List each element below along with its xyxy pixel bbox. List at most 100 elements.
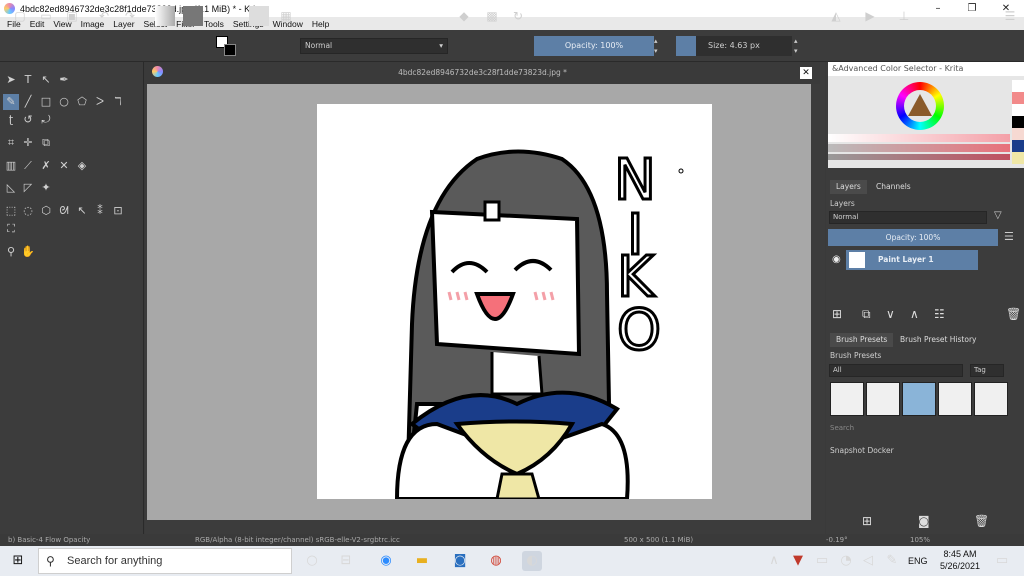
show-hidden-icons-chevron[interactable]: ∧ bbox=[764, 551, 784, 571]
recent-color-7[interactable] bbox=[1012, 152, 1024, 164]
mirror-vertical-icon[interactable]: ▶ bbox=[860, 6, 880, 26]
color-bar-3[interactable] bbox=[828, 154, 1010, 160]
visibility-eye-icon[interactable]: ◉ bbox=[832, 254, 841, 265]
layer-blend-dropdown[interactable]: Normal bbox=[829, 211, 987, 224]
notification-icon[interactable]: ▭ bbox=[992, 551, 1012, 571]
pin-tool-icon[interactable]: ✦ bbox=[38, 180, 54, 196]
restore-button[interactable]: ❐ bbox=[955, 0, 989, 17]
widgets-icon[interactable]: ⊟ bbox=[336, 551, 356, 571]
eraser-icon[interactable]: ◆ bbox=[454, 6, 474, 26]
polygon-select-icon[interactable]: ⬡ bbox=[38, 203, 54, 219]
wifi-icon[interactable]: ◔ bbox=[836, 551, 856, 571]
menu-help[interactable]: Help bbox=[312, 19, 329, 29]
dynamic-brush-icon[interactable]: ↺ bbox=[20, 112, 36, 128]
reload-icon[interactable]: ↻ bbox=[508, 6, 528, 26]
chrome-icon[interactable]: ◍ bbox=[486, 551, 506, 571]
contiguous-select-icon[interactable]: ↖ bbox=[74, 203, 90, 219]
calligraphy-icon[interactable]: ✒ bbox=[56, 72, 72, 88]
measure-tool-icon[interactable]: ◺ bbox=[3, 180, 19, 196]
rectangle-tool-icon[interactable]: □ bbox=[38, 94, 54, 110]
task-view-icon[interactable]: ○ bbox=[302, 551, 322, 571]
freehand-path-icon[interactable]: ʈ bbox=[3, 112, 19, 128]
move-tool-icon[interactable]: ✛ bbox=[20, 135, 36, 151]
document-tab[interactable]: 4bdc82ed8946732de3c28f1dde73823d.jpg * bbox=[145, 62, 820, 84]
similar-select-icon[interactable]: ⁑ bbox=[92, 203, 108, 219]
recent-color-2[interactable] bbox=[1012, 92, 1024, 104]
minimize-button[interactable]: – bbox=[921, 0, 955, 17]
recent-color-6[interactable] bbox=[1012, 140, 1024, 152]
fill-tool-icon[interactable]: ◈ bbox=[74, 158, 90, 174]
windows-start-icon[interactable]: ⊞ bbox=[8, 551, 28, 571]
delete-snapshot-icon[interactable]: 🗑 bbox=[974, 514, 989, 528]
line-tool-icon[interactable]: ╱ bbox=[20, 94, 36, 110]
gradient-tool-icon[interactable]: ▥ bbox=[3, 158, 19, 174]
brush-preset-icon[interactable] bbox=[249, 6, 269, 26]
battery-icon[interactable]: ▭ bbox=[812, 551, 832, 571]
freehand-brush-icon[interactable]: ✎ bbox=[3, 94, 19, 110]
ellipse-tool-icon[interactable]: ○ bbox=[56, 94, 72, 110]
magnetic-select-icon[interactable]: ⛶ bbox=[3, 221, 19, 237]
smart-patch-icon[interactable]: ✗ bbox=[38, 158, 54, 174]
sv-triangle[interactable] bbox=[908, 94, 932, 116]
recent-color-1[interactable] bbox=[1012, 80, 1024, 92]
taskbar-clock[interactable]: 8:45 AM 5/26/2021 bbox=[934, 548, 986, 572]
docker-menu-icon[interactable]: ☰ bbox=[1000, 6, 1020, 26]
opacity-stepper[interactable]: ▴ ▾ bbox=[654, 36, 662, 56]
color-picker-icon[interactable]: ⟋ bbox=[20, 158, 36, 174]
assistant-tool-icon[interactable]: ✕ bbox=[56, 158, 72, 174]
color-bar-1[interactable] bbox=[828, 134, 1010, 142]
move-layer-down-icon[interactable]: ∨ bbox=[886, 307, 895, 321]
recent-color-3[interactable] bbox=[1012, 104, 1024, 116]
blend-mode-dropdown[interactable]: Normal ▾ bbox=[300, 38, 448, 54]
zoom-app-icon[interactable]: ◉ bbox=[376, 551, 396, 571]
select-shapes-icon[interactable]: ➤ bbox=[3, 72, 19, 88]
taskbar-search-input[interactable]: Search for anything bbox=[38, 548, 292, 574]
snapshot-camera-icon[interactable]: ◙ bbox=[918, 514, 930, 528]
brush-search-input[interactable]: Search bbox=[830, 424, 1020, 436]
brush-preset-2[interactable] bbox=[866, 382, 900, 416]
polygon-tool-icon[interactable]: ⬠ bbox=[74, 94, 90, 110]
pattern-swatch[interactable] bbox=[183, 6, 203, 26]
multibrush-icon[interactable]: ⤾ bbox=[38, 112, 54, 128]
open-folder-icon[interactable]: ▭ bbox=[36, 6, 56, 26]
tab-brush-presets[interactable]: Brush Presets bbox=[830, 333, 894, 347]
brush-preset-4[interactable] bbox=[938, 382, 972, 416]
move-layer-up-icon[interactable]: ∧ bbox=[910, 307, 919, 321]
size-slider[interactable]: Size: 4.63 px bbox=[676, 36, 792, 56]
layer-settings-icon[interactable]: ☷ bbox=[934, 307, 945, 321]
delete-layer-icon[interactable]: 🗑 bbox=[1006, 307, 1021, 321]
menu-tools[interactable]: Tools bbox=[204, 19, 224, 29]
text-tool-icon[interactable]: T bbox=[20, 72, 36, 88]
filter-icon[interactable]: ▽ bbox=[994, 210, 1002, 221]
pen-icon[interactable]: ✎ bbox=[882, 551, 902, 571]
freehand-select-icon[interactable]: ᘛ bbox=[56, 203, 72, 219]
advanced-color-selector[interactable] bbox=[828, 76, 1024, 168]
tab-layers[interactable]: Layers bbox=[830, 180, 867, 194]
transform-tool-icon[interactable]: ⧉ bbox=[38, 135, 54, 151]
close-document-icon[interactable]: ✕ bbox=[800, 67, 812, 79]
brush-preset-3[interactable] bbox=[902, 382, 936, 416]
gradient-swatch[interactable] bbox=[155, 6, 175, 26]
camera-app-icon[interactable]: ◙ bbox=[450, 551, 470, 571]
bezier-tool-icon[interactable]: ℸ bbox=[110, 94, 126, 110]
undo-icon[interactable]: ↶ bbox=[94, 6, 114, 26]
redo-icon[interactable]: ↷ bbox=[120, 6, 140, 26]
edit-shapes-icon[interactable]: ↖ bbox=[38, 72, 54, 88]
grid-icon[interactable]: ▦ bbox=[276, 6, 296, 26]
save-icon[interactable]: ▣ bbox=[62, 6, 82, 26]
layer-opacity-slider[interactable]: Opacity: 100% bbox=[828, 229, 998, 246]
pan-tool-icon[interactable]: ✋ bbox=[20, 244, 36, 260]
krita-taskbar-icon[interactable]: ◐ bbox=[522, 551, 542, 571]
mirror-horizontal-icon[interactable]: ◭ bbox=[826, 6, 846, 26]
add-snapshot-icon[interactable]: ⊞ bbox=[862, 514, 872, 528]
tag-dropdown[interactable]: Tag bbox=[970, 364, 1004, 377]
language-indicator[interactable]: ENG bbox=[908, 556, 928, 566]
brush-preset-1[interactable] bbox=[830, 382, 864, 416]
volume-icon[interactable]: ◁ bbox=[858, 551, 878, 571]
size-stepper[interactable]: ▴ ▾ bbox=[794, 36, 802, 56]
opacity-slider[interactable]: Opacity: 100% bbox=[534, 36, 654, 56]
bezier-select-icon[interactable]: ⊡ bbox=[110, 203, 126, 219]
tab-brush-preset-history[interactable]: Brush Preset History bbox=[894, 333, 982, 347]
recent-color-4[interactable] bbox=[1012, 116, 1024, 128]
drawing-canvas[interactable]: N I K O bbox=[317, 104, 712, 501]
